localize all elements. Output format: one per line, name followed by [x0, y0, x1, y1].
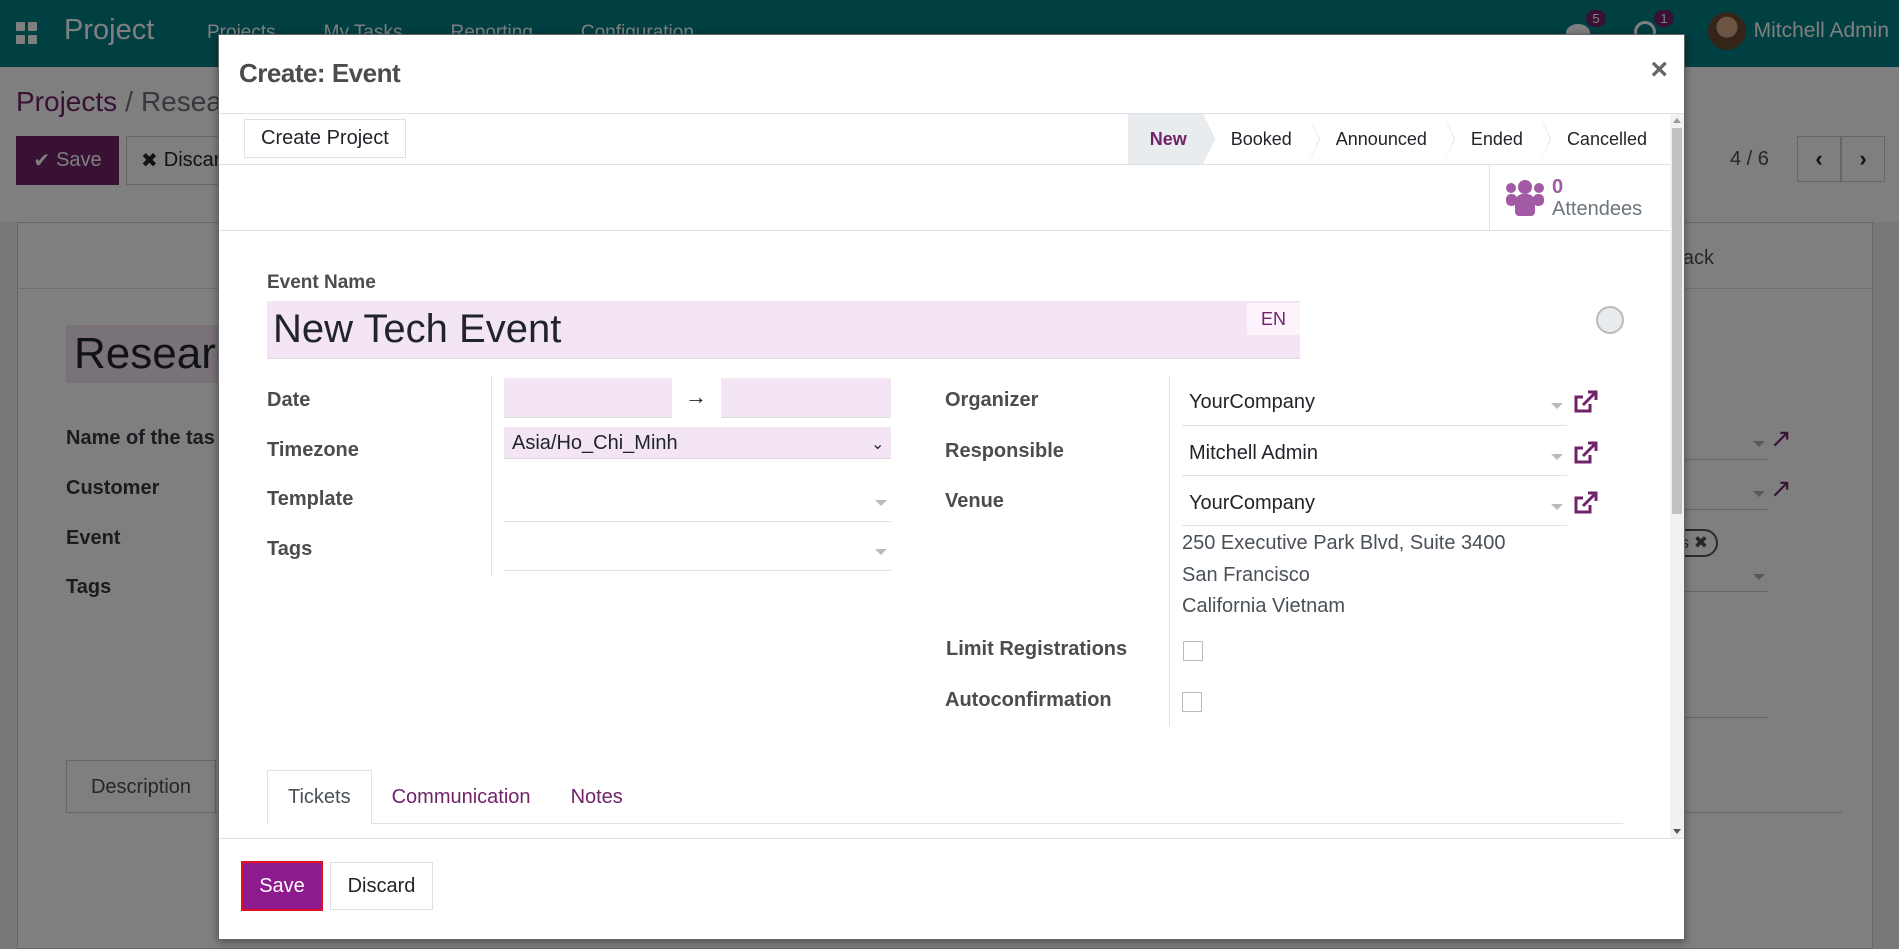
caret-down-icon — [1551, 454, 1563, 460]
venue-address-state-country: California Vietnam — [1182, 595, 1346, 617]
stage-announced[interactable]: Announced — [1308, 114, 1455, 164]
kanban-state-toggle[interactable] — [1596, 306, 1624, 334]
timezone-label: Timezone — [267, 439, 359, 461]
modal-header: Create: Event × — [219, 35, 1684, 114]
scrollbar-thumb[interactable] — [1672, 128, 1682, 514]
modal-body: Create Project New Booked Announced Ende… — [219, 114, 1684, 838]
field-separator — [491, 376, 492, 576]
field-underline — [1182, 475, 1567, 476]
date-end-input[interactable] — [721, 378, 891, 418]
close-icon[interactable]: × — [1650, 53, 1668, 87]
scroll-up-icon[interactable] — [1673, 118, 1681, 123]
date-range-arrow: → — [685, 384, 707, 409]
external-link-icon[interactable] — [1571, 440, 1599, 468]
responsible-input[interactable]: Mitchell Admin — [1189, 442, 1318, 465]
field-underline — [1182, 425, 1567, 426]
attendees-text: 0 Attendees — [1552, 176, 1642, 220]
date-label: Date — [267, 389, 311, 411]
tab-tickets[interactable]: Tickets — [267, 770, 372, 824]
autoconfirmation-label: Autoconfirmation — [945, 689, 1112, 711]
smart-button-box: 0 Attendees — [219, 165, 1671, 231]
stage-booked[interactable]: Booked — [1203, 114, 1320, 164]
template-input[interactable] — [504, 481, 891, 519]
attendees-smart-button[interactable]: 0 Attendees — [1489, 165, 1671, 231]
tab-communication[interactable]: Communication — [372, 770, 551, 824]
stage-pipeline: New Booked Announced Ended Cancelled — [1127, 114, 1671, 164]
venue-address-street: 250 Executive Park Blvd, Suite 3400 — [1182, 532, 1506, 554]
modal-scrollbar[interactable] — [1670, 114, 1684, 838]
autoconfirmation-checkbox[interactable] — [1182, 692, 1202, 712]
tags-input[interactable] — [504, 531, 891, 569]
form-statusbar: Create Project New Booked Announced Ende… — [219, 114, 1671, 165]
timezone-value: Asia/Ho_Chi_Minh — [512, 432, 678, 454]
organizer-input[interactable]: YourCompany — [1189, 391, 1315, 414]
language-button[interactable]: EN — [1247, 303, 1300, 335]
attendees-count: 0 — [1552, 176, 1564, 198]
tags-label: Tags — [267, 538, 313, 560]
chevron-down-icon: ⌄ — [871, 436, 885, 453]
stage-ended[interactable]: Ended — [1443, 114, 1552, 164]
template-label: Template — [267, 488, 354, 510]
limit-registrations-label: Limit Registrations — [946, 638, 1128, 660]
event-name-input[interactable]: New Tech Event — [267, 301, 1300, 359]
scroll-down-icon[interactable] — [1673, 829, 1681, 834]
tab-notes[interactable]: Notes — [551, 770, 643, 824]
responsible-label: Responsible — [945, 440, 1064, 462]
stage-new[interactable]: New — [1127, 114, 1215, 164]
caret-down-icon — [1551, 504, 1563, 510]
event-name-label: Event Name — [267, 272, 376, 293]
date-start-input[interactable] — [504, 378, 672, 418]
external-link-icon[interactable] — [1571, 389, 1599, 417]
field-separator — [1169, 376, 1170, 726]
venue-label: Venue — [945, 490, 1004, 512]
caret-down-icon — [875, 549, 887, 555]
venue-input[interactable]: YourCompany — [1189, 492, 1315, 515]
stage-cancelled[interactable]: Cancelled — [1539, 114, 1671, 164]
create-event-dialog: Create: Event × Create Project New Booke… — [218, 34, 1685, 940]
modal-title: Create: Event — [239, 58, 401, 88]
organizer-label: Organizer — [945, 389, 1039, 411]
attendees-label: Attendees — [1552, 198, 1643, 220]
notebook-tabs: Tickets Communication Notes — [267, 770, 1623, 824]
create-project-button[interactable]: Create Project — [244, 119, 406, 158]
field-underline — [1182, 525, 1567, 526]
caret-down-icon — [875, 500, 887, 506]
limit-registrations-checkbox[interactable] — [1183, 641, 1203, 661]
discard-button[interactable]: Discard — [330, 862, 433, 910]
field-underline — [504, 570, 891, 571]
venue-address-city: San Francisco — [1182, 564, 1310, 586]
save-button[interactable]: Save — [241, 861, 323, 911]
external-link-icon[interactable] — [1571, 490, 1599, 518]
modal-footer: Save Discard — [219, 838, 1684, 939]
users-icon — [1506, 180, 1544, 216]
caret-down-icon — [1551, 403, 1563, 409]
field-underline — [504, 521, 891, 522]
